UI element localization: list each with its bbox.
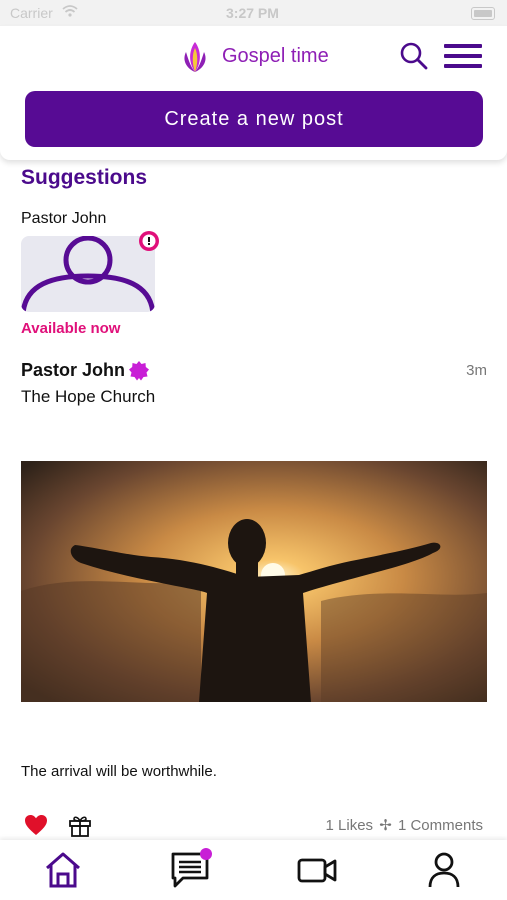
carrier-label: Carrier <box>10 5 53 21</box>
alert-icon <box>139 231 159 251</box>
bottom-tab-bar <box>0 840 507 900</box>
post-stats: 1 Likes ✢ 1 Comments <box>326 816 483 834</box>
battery-icon <box>471 7 495 20</box>
status-bar: Carrier 3:27 PM <box>0 0 507 26</box>
app-header: Gospel time Create a new post <box>0 26 507 160</box>
suggestion-name[interactable]: Pastor John <box>21 210 106 228</box>
post-time: 3m <box>466 362 487 379</box>
home-icon[interactable] <box>43 850 83 890</box>
create-post-button[interactable]: Create a new post <box>25 91 483 147</box>
wifi-icon <box>62 5 78 17</box>
heart-icon[interactable] <box>24 814 48 836</box>
likes-count[interactable]: 1 Likes <box>326 817 374 834</box>
notification-dot <box>200 848 212 860</box>
app-title: Gospel time <box>222 45 329 67</box>
stats-separator: ✢ <box>379 817 392 834</box>
video-icon[interactable] <box>297 850 337 890</box>
post-image[interactable] <box>21 461 487 702</box>
search-icon[interactable] <box>398 40 430 72</box>
verified-icon <box>129 361 149 381</box>
availability-status: Available now <box>21 320 121 337</box>
suggestion-card[interactable] <box>21 236 155 312</box>
profile-icon[interactable] <box>424 850 464 890</box>
post-caption: The arrival will be worthwhile. <box>21 763 217 780</box>
logo-icon <box>184 42 206 72</box>
comments-count[interactable]: 1 Comments <box>398 817 483 834</box>
menu-icon[interactable] <box>444 44 482 70</box>
avatar-icon <box>21 236 155 312</box>
post-author[interactable]: Pastor John <box>21 360 125 381</box>
gift-icon[interactable] <box>68 813 92 837</box>
suggestions-title: Suggestions <box>21 166 148 189</box>
status-time: 3:27 PM <box>226 5 279 21</box>
post-organization: The Hope Church <box>21 387 156 406</box>
